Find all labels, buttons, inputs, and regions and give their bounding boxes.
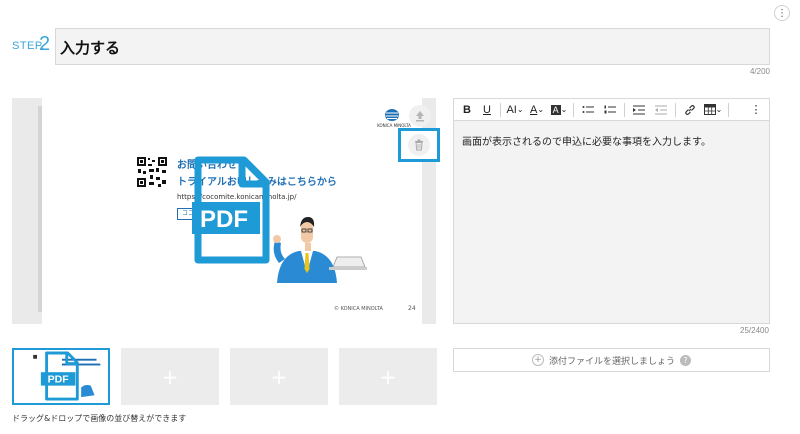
highlight-label: A [550,104,561,115]
toolbar-divider [675,102,676,117]
font-color-label: A [529,103,538,116]
font-color-button[interactable]: A ⌄ [526,99,548,121]
plus-icon: + [161,364,179,389]
indent-button[interactable] [628,99,650,121]
chevron-down-icon: ⌄ [537,105,545,114]
add-image-slot[interactable]: + [339,348,437,405]
pdf-file-icon: PDF [192,156,270,264]
toolbar-divider [573,102,574,117]
editor-content[interactable]: 画面が表示されるので申込に必要な事項を入力します。 [462,133,711,148]
chevron-down-icon: ⌄ [560,105,568,114]
add-image-slot[interactable]: + [121,348,219,405]
toolbar-divider [500,102,501,117]
highlight-button[interactable]: A ⌄ [548,99,570,121]
upload-button[interactable] [409,105,431,127]
plus-icon: + [270,364,288,389]
editor-toolbar: B U AI ⌄ A ⌄ A ⌄ ⌄ ⋮ [454,99,769,121]
outdent-button[interactable] [650,99,672,121]
slide-image: KONICA MINOLTA お問い合わせ トライアルお申し込みはこちらから h… [42,98,422,324]
step-number: 2 [39,33,51,55]
help-icon[interactable]: ? [680,354,691,366]
link-button[interactable] [679,99,701,121]
table-icon [703,104,716,115]
pdf-thumbnail-icon: PDF [14,350,108,403]
more-options-icon[interactable]: ⋮ [774,5,790,21]
pdf-label: PDF [200,206,248,233]
bullet-list-button[interactable] [577,99,599,121]
numbered-list-button[interactable] [599,99,621,121]
toolbar-divider [624,102,625,117]
more-toolbar-button[interactable]: ⋮ [743,99,769,121]
thumb-pdf-label: PDF [48,374,70,386]
attach-file-label: 添付ファイルを選択しましょう [548,356,675,367]
upload-arrow-icon [416,111,424,122]
editor-char-count: 25/2400 [740,326,769,335]
add-image-slot[interactable]: + [230,348,328,405]
chevron-down-icon: ⌄ [516,105,524,114]
font-size-label: AI [506,103,517,116]
indent-icon [633,105,645,114]
plus-circle-icon: + [531,354,544,366]
image-preview: KONICA MINOLTA お問い合わせ トライアルお申し込みはこちらから h… [12,98,436,324]
title-input[interactable]: 入力する [55,28,770,65]
outdent-icon [655,105,667,114]
link-icon [685,104,695,115]
bullet-list-icon [582,105,594,113]
drag-hint-text: ドラッグ&ドロップで画像の並び替えができます [12,414,187,423]
trash-icon [415,139,423,151]
font-size-button[interactable]: AI ⌄ [504,99,526,121]
underline-button[interactable]: U [477,99,497,121]
toolbar-divider [728,102,729,117]
attach-file-button[interactable]: + 添付ファイルを選択しましょう ? [453,348,770,372]
delete-image-button[interactable] [408,134,430,156]
table-button[interactable]: ⌄ [701,99,725,121]
bold-button[interactable]: B [457,99,477,121]
text-editor[interactable]: B U AI ⌄ A ⌄ A ⌄ ⌄ ⋮ 画面が表示されるので申込に必要な事項を… [453,98,770,324]
slide-page-number: 24 [408,305,416,312]
plus-icon: + [379,364,397,389]
page-root: ⋮ STEP. 2 入力する 4/200 KONICA MINOLTA お問い合… [0,0,800,434]
konica-logo-icon [385,109,399,121]
numbered-list-icon [604,105,616,113]
thumbnail-selected[interactable]: PDF [12,348,110,405]
slide-footer: © KONICA MINOLTA [334,306,383,312]
title-char-count: 4/200 [749,67,770,76]
vertical-dots-icon: ⋮ [750,104,762,116]
delete-highlight [398,128,440,162]
businessman-illustration [273,217,367,283]
qr-code-icon [136,156,168,188]
chevron-down-icon: ⌄ [715,105,723,114]
